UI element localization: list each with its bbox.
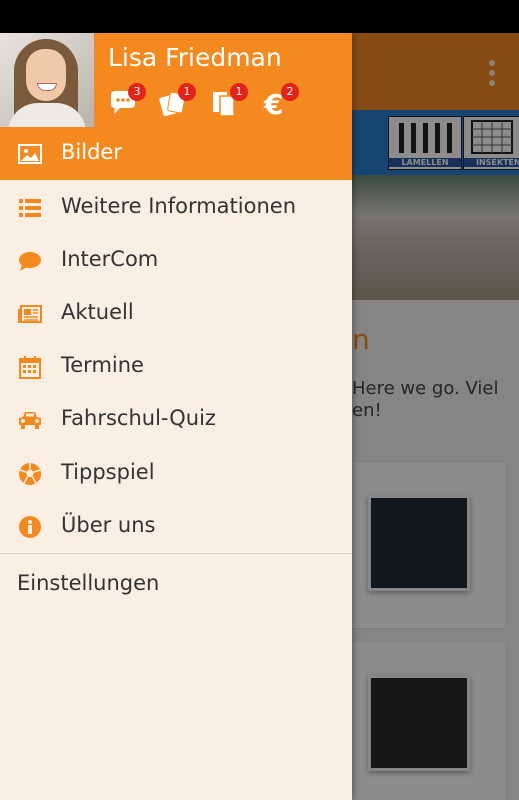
avatar[interactable] — [0, 33, 94, 127]
notification-badge: 1 — [178, 83, 196, 101]
newspaper-icon — [18, 305, 42, 323]
chat-icon[interactable]: 3 — [108, 83, 146, 117]
menu-item-label: InterCom — [61, 247, 159, 271]
menu-item-label: Weitere Informationen — [61, 194, 296, 218]
drawer-header: Lisa Friedman 3 1 1 € 2 — [0, 33, 352, 127]
soccer-ball-icon — [19, 463, 41, 485]
menu-item-intercom[interactable]: InterCom — [0, 234, 352, 287]
menu-item-aktuell[interactable]: Aktuell — [0, 287, 352, 340]
menu-item-weitere-informationen[interactable]: Weitere Informationen — [0, 181, 352, 234]
tickets-icon[interactable]: 1 — [158, 83, 196, 117]
euro-icon[interactable]: € 2 — [261, 83, 299, 121]
calendar-icon — [19, 356, 41, 379]
user-name: Lisa Friedman — [108, 43, 282, 72]
menu-item-label: Tippspiel — [61, 460, 155, 484]
car-icon — [19, 412, 41, 429]
notification-badge: 1 — [230, 83, 248, 101]
menu-item-fahrschul-quiz[interactable]: Fahrschul-Quiz — [0, 393, 352, 446]
notification-badge: 2 — [281, 83, 299, 101]
menu-item-label: Über uns — [61, 513, 156, 537]
menu-item-bilder[interactable]: Bilder — [0, 127, 352, 180]
menu-item-label: Fahrschul-Quiz — [61, 406, 216, 430]
menu-item-ueber-uns[interactable]: Über uns — [0, 500, 352, 553]
list-icon — [19, 199, 41, 217]
documents-icon[interactable]: 1 — [210, 83, 248, 117]
menu-item-label: Termine — [61, 353, 144, 377]
settings-item[interactable]: Einstellungen — [17, 571, 159, 595]
menu-divider — [0, 553, 352, 554]
menu-item-label: Bilder — [61, 140, 122, 164]
navigation-drawer: Lisa Friedman 3 1 1 € 2 Bilder Weitere I… — [0, 33, 352, 800]
speech-bubble-icon — [19, 252, 41, 271]
menu-item-label: Aktuell — [61, 300, 134, 324]
status-bar — [0, 0, 519, 33]
info-icon — [19, 516, 41, 538]
notification-badge: 3 — [128, 83, 146, 101]
menu-item-tippspiel[interactable]: Tippspiel — [0, 447, 352, 500]
image-icon — [18, 144, 42, 164]
menu-item-termine[interactable]: Termine — [0, 340, 352, 393]
